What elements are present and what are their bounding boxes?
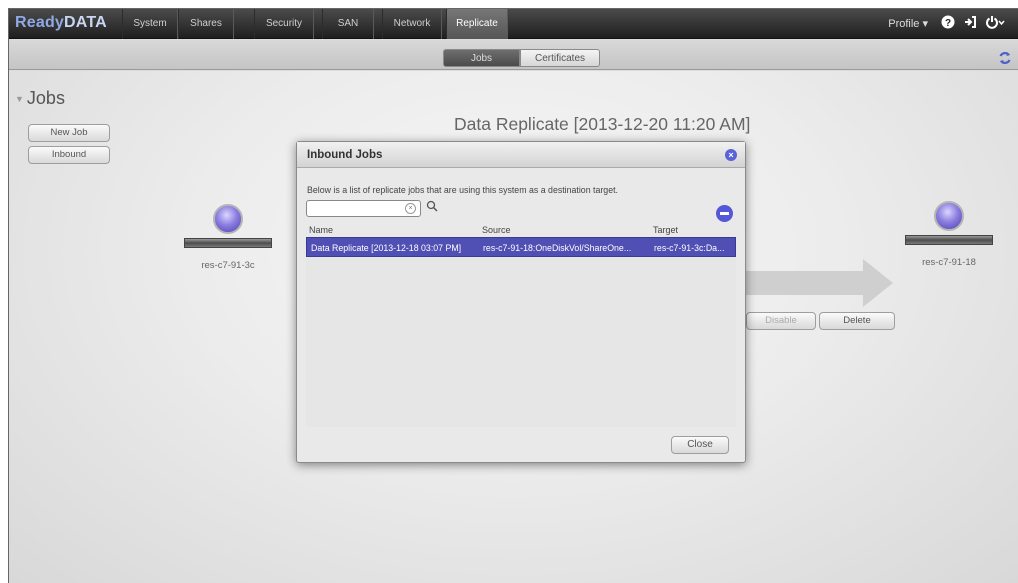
column-header-source[interactable]: Source (482, 225, 511, 235)
nav-tab-system[interactable]: System (122, 9, 178, 39)
target-host-label: res-c7-91-18 (922, 257, 976, 268)
nav-tab-network[interactable]: Network (382, 9, 442, 39)
refresh-icon[interactable] (998, 51, 1012, 68)
dialog-header: Inbound Jobs × (297, 142, 745, 168)
close-button[interactable]: Close (671, 436, 729, 454)
row-name: Data Replicate [2013-12-18 03:07 PM] (311, 243, 462, 253)
top-nav-bar: ReadyDATA System Shares Security SAN Net… (9, 9, 1018, 39)
search-input[interactable] (306, 200, 421, 217)
close-icon[interactable]: × (725, 149, 737, 161)
svg-text:?: ? (945, 18, 951, 29)
target-host[interactable]: res-c7-91-18 (904, 201, 994, 268)
nav-tab-security[interactable]: Security (254, 9, 314, 39)
logout-icon[interactable] (962, 15, 978, 31)
replication-arrow-icon (743, 259, 893, 307)
clear-search-icon[interactable]: × (405, 203, 416, 214)
app-window: ReadyDATA System Shares Security SAN Net… (8, 8, 1018, 583)
nav-tab-shares[interactable]: Shares (178, 9, 234, 39)
help-icon[interactable]: ? (940, 15, 956, 31)
nav-tab-replicate[interactable]: Replicate (446, 9, 508, 39)
remove-job-button[interactable] (716, 205, 733, 222)
new-job-button[interactable]: New Job (28, 124, 110, 142)
column-header-name[interactable]: Name (309, 225, 333, 235)
table-header: Name Source Target (306, 225, 736, 236)
source-host-label: res-c7-91-3c (201, 260, 255, 271)
delete-button[interactable]: Delete (819, 312, 895, 330)
search-icon[interactable] (426, 200, 438, 215)
source-host[interactable]: res-c7-91-3c (183, 204, 273, 271)
collapse-triangle-icon[interactable]: ▼ (15, 94, 24, 104)
column-header-target[interactable]: Target (653, 225, 678, 235)
dialog-description: Below is a list of replicate jobs that a… (307, 185, 618, 195)
inbound-button[interactable]: Inbound (28, 146, 110, 164)
nav-tab-san[interactable]: SAN (322, 9, 374, 39)
jobs-section-title: ▼ Jobs (15, 88, 65, 108)
row-target: res-c7-91-3c:Da... (654, 243, 725, 253)
profile-menu[interactable]: Profile ▾ (888, 9, 928, 39)
source-host-icon (213, 204, 243, 234)
row-source: res-c7-91-18:OneDiskVol/ShareOne... (483, 243, 632, 253)
table-row[interactable]: Data Replicate [2013-12-18 03:07 PM] res… (306, 237, 736, 257)
table-body (306, 257, 736, 427)
readydata-logo: ReadyDATA (15, 14, 107, 31)
source-device-icon (184, 238, 272, 248)
job-title: Data Replicate [2013-12-20 11:20 AM] (454, 114, 751, 134)
disable-button[interactable]: Disable (746, 312, 816, 330)
dialog-title: Inbound Jobs (307, 149, 383, 161)
target-host-icon (934, 201, 964, 231)
target-device-icon (905, 235, 993, 245)
sub-nav-bar: Jobs Certificates (9, 40, 1018, 70)
tab-certificates[interactable]: Certificates (520, 49, 600, 67)
inbound-jobs-dialog: Inbound Jobs × Below is a list of replic… (296, 141, 746, 463)
power-icon[interactable] (984, 15, 1006, 31)
tab-jobs[interactable]: Jobs (443, 49, 520, 67)
